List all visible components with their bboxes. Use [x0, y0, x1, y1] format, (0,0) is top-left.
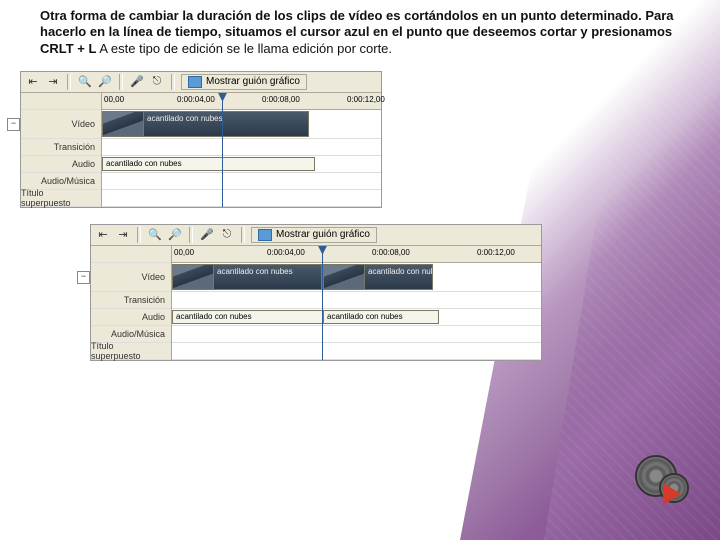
time-ruler[interactable]: 00,00 0:00:04,00 0:00:08,00 0:00:12,00: [102, 93, 381, 110]
track-label-video: −Vídeo: [91, 263, 171, 292]
track-label-audio: Audio: [91, 309, 171, 326]
ruler-tick: 0:00:04,00: [267, 248, 305, 257]
timeline-toolbar: ⇤ ⇥ 🔍 🔎 🎤 ⎋ Mostrar guión gráfico: [91, 225, 541, 246]
storyboard-icon: [258, 229, 272, 241]
playhead[interactable]: [322, 246, 323, 360]
video-track[interactable]: acantilado con nubes acantilado con nube…: [172, 263, 541, 292]
audio-clip-part2[interactable]: acantilado con nubes: [323, 310, 439, 324]
audio-clip-part1[interactable]: acantilado con nubes: [172, 310, 328, 324]
clip-label: acantilado con nubes: [147, 114, 223, 123]
timeline-after: ⇤ ⇥ 🔍 🔎 🎤 ⎋ Mostrar guión gráfico −Vídeo…: [90, 224, 542, 361]
transition-track[interactable]: [172, 292, 541, 309]
track-label-title: Título superpuesto: [21, 190, 101, 207]
ruler-tick: 0:00:08,00: [262, 95, 300, 104]
video-clip-part1[interactable]: acantilado con nubes: [172, 264, 322, 290]
collapse-button[interactable]: −: [77, 271, 90, 284]
rewind-icon[interactable]: ⇤: [25, 74, 41, 90]
ruler-tick: 0:00:12,00: [477, 248, 515, 257]
zoom-out-icon[interactable]: 🔎: [167, 227, 183, 243]
video-track[interactable]: acantilado con nubes: [102, 110, 381, 139]
ruler-tick: 00,00: [104, 95, 124, 104]
ruler-tick: 0:00:12,00: [347, 95, 385, 104]
audio-music-track[interactable]: [102, 173, 381, 190]
audio-track[interactable]: acantilado con nubes acantilado con nube…: [172, 309, 541, 326]
show-storyboard-button[interactable]: Mostrar guión gráfico: [251, 227, 377, 243]
levels-icon[interactable]: ⎋: [149, 74, 165, 90]
ruler-tick: 0:00:08,00: [372, 248, 410, 257]
playhead[interactable]: [222, 93, 223, 207]
levels-icon[interactable]: ⎋: [219, 227, 235, 243]
audio-music-track[interactable]: [172, 326, 541, 343]
title-track[interactable]: [102, 190, 381, 207]
collapse-button[interactable]: −: [7, 118, 20, 131]
clip-label: acantilado con nubes: [217, 267, 293, 276]
show-storyboard-button[interactable]: Mostrar guión gráfico: [181, 74, 307, 90]
transition-track[interactable]: [102, 139, 381, 156]
audio-track[interactable]: acantilado con nubes: [102, 156, 381, 173]
ruler-tick: 0:00:04,00: [177, 95, 215, 104]
forward-icon[interactable]: ⇥: [115, 227, 131, 243]
track-label-audio: Audio: [21, 156, 101, 173]
storyboard-label: Mostrar guión gráfico: [276, 229, 370, 240]
zoom-in-icon[interactable]: 🔍: [147, 227, 163, 243]
ruler-tick: 00,00: [174, 248, 194, 257]
timeline-toolbar: ⇤ ⇥ 🔍 🔎 🎤 ⎋ Mostrar guión gráfico: [21, 72, 381, 93]
time-ruler[interactable]: 00,00 0:00:04,00 0:00:08,00 0:00:12,00: [172, 246, 541, 263]
storyboard-label: Mostrar guión gráfico: [206, 76, 300, 87]
clip-label: acantilado con nubes: [368, 267, 433, 276]
video-clip[interactable]: acantilado con nubes: [102, 111, 309, 137]
forward-icon[interactable]: ⇥: [45, 74, 61, 90]
track-label-transition: Transición: [91, 292, 171, 309]
track-label-transition: Transición: [21, 139, 101, 156]
instruction-text: Otra forma de cambiar la duración de los…: [20, 8, 690, 57]
rewind-icon[interactable]: ⇤: [95, 227, 111, 243]
timeline-before: ⇤ ⇥ 🔍 🔎 🎤 ⎋ Mostrar guión gráfico −Vídeo…: [20, 71, 382, 208]
mic-icon[interactable]: 🎤: [129, 74, 145, 90]
zoom-out-icon[interactable]: 🔎: [97, 74, 113, 90]
mic-icon[interactable]: 🎤: [199, 227, 215, 243]
video-clip-part2[interactable]: acantilado con nubes: [323, 264, 433, 290]
audio-clip[interactable]: acantilado con nubes: [102, 157, 315, 171]
zoom-in-icon[interactable]: 🔍: [77, 74, 93, 90]
storyboard-icon: [188, 76, 202, 88]
track-label-title: Título superpuesto: [91, 343, 171, 360]
title-track[interactable]: [172, 343, 541, 360]
movie-maker-icon: [635, 455, 690, 510]
track-label-video: −Vídeo: [21, 110, 101, 139]
